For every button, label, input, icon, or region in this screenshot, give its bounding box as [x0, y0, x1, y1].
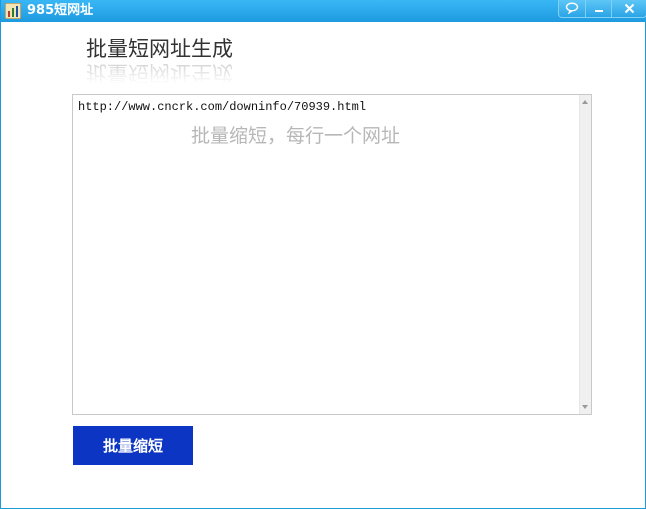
url-textarea[interactable]: http://www.cncrk.com/downinfo/70939.html — [73, 95, 579, 414]
title-bar[interactable]: 985短网址 — [1, 0, 646, 22]
url-textarea-container: http://www.cncrk.com/downinfo/70939.html… — [72, 94, 592, 415]
reflection-fade — [86, 62, 286, 84]
app-window: 985短网址 批量短网址生成 批 — [0, 0, 646, 509]
speech-bubble-icon — [565, 0, 579, 18]
app-icon — [4, 2, 22, 20]
batch-shorten-button[interactable]: 批量缩短 — [73, 426, 193, 465]
scroll-up-icon[interactable] — [582, 100, 588, 104]
vertical-scrollbar[interactable] — [579, 95, 591, 414]
close-icon — [624, 0, 635, 18]
scroll-down-icon[interactable] — [582, 405, 588, 409]
minimize-button[interactable] — [585, 0, 612, 18]
page-title-reflection: 批量短网址生成 — [86, 62, 286, 84]
window-title: 985短网址 — [27, 3, 94, 18]
minimize-icon — [594, 0, 604, 18]
close-button[interactable] — [611, 0, 646, 18]
feedback-button[interactable] — [558, 0, 586, 18]
page-title: 批量短网址生成 — [86, 37, 233, 61]
